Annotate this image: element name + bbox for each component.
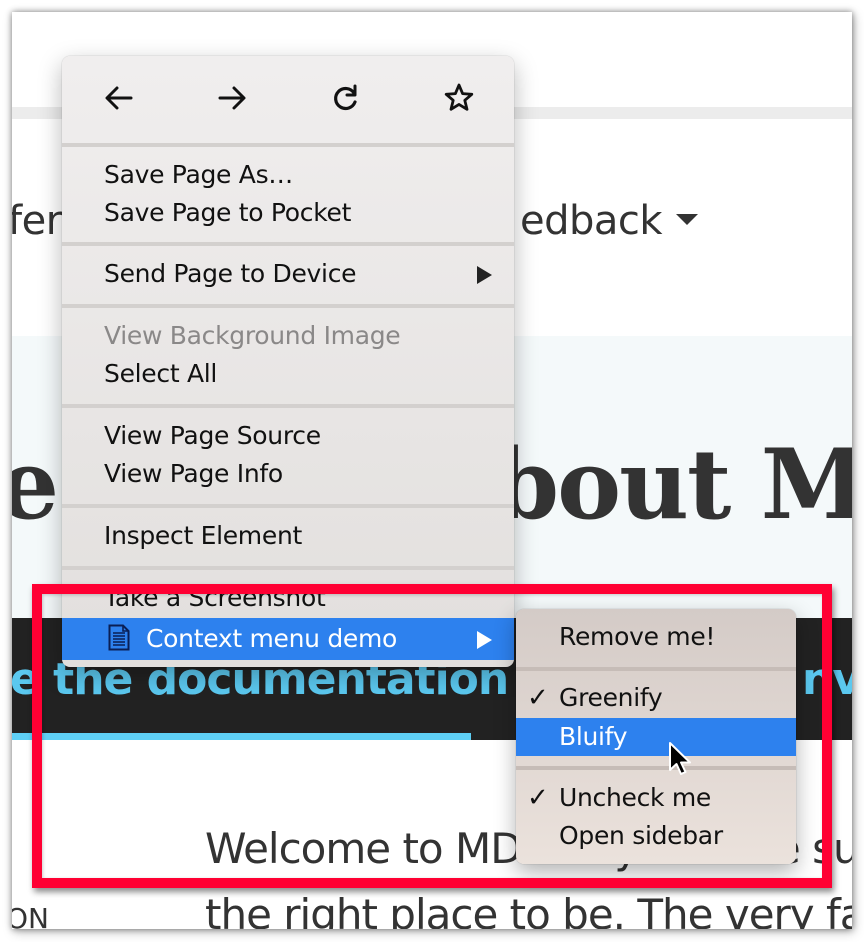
involved-link[interactable]: nve	[802, 654, 852, 705]
nav-feedback-label: edback	[520, 198, 663, 244]
menu-item-save-to-pocket[interactable]: Save Page to Pocket	[62, 194, 514, 232]
menu-separator	[62, 504, 514, 508]
menu-separator	[62, 304, 514, 308]
menu-item-select-all[interactable]: Select All	[62, 355, 514, 393]
mouse-cursor-icon	[669, 742, 691, 775]
submenu-item-greenify[interactable]: ✓ Greenify	[516, 679, 796, 717]
menu-item-label: Take a Screenshot	[104, 583, 326, 612]
checkmark-icon: ✓	[527, 683, 549, 713]
submenu-separator	[516, 667, 796, 671]
menu-item-save-page-as[interactable]: Save Page As…	[62, 156, 514, 194]
reload-icon	[334, 84, 357, 111]
submenu-item-label: Bluify	[559, 722, 628, 751]
menu-item-label: Inspect Element	[104, 521, 302, 550]
context-menu-nav-row	[62, 56, 514, 143]
submenu-item-bluify[interactable]: Bluify	[516, 718, 796, 756]
star-icon	[444, 83, 474, 111]
submenu-item-open-sidebar[interactable]: Open sidebar	[516, 817, 796, 855]
menu-item-send-to-device[interactable]: Send Page to Device	[62, 255, 514, 293]
sidebar-heading-fragment: ON	[12, 902, 49, 929]
checkmark-icon: ✓	[527, 783, 549, 813]
menu-item-context-menu-demo[interactable]: Context menu demo	[62, 618, 514, 660]
menu-item-view-page-source[interactable]: View Page Source	[62, 417, 514, 455]
menu-item-label: Save Page As…	[104, 160, 294, 189]
menu-separator	[62, 242, 514, 246]
menu-item-view-page-info[interactable]: View Page Info	[62, 455, 514, 493]
menu-separator	[62, 404, 514, 408]
menu-separator	[62, 143, 514, 147]
arrow-left-icon	[105, 86, 133, 110]
bookmark-button[interactable]	[439, 78, 479, 118]
menu-item-label: Select All	[104, 359, 218, 388]
document-icon	[108, 624, 130, 651]
back-button[interactable]	[99, 78, 139, 118]
menu-item-inspect-element[interactable]: Inspect Element	[62, 517, 514, 555]
submenu-arrow-icon	[477, 266, 492, 284]
submenu-item-label: Uncheck me	[559, 783, 712, 812]
caret-down-icon	[676, 213, 699, 225]
submenu-item-label: Open sidebar	[559, 821, 723, 850]
active-link-underline	[12, 733, 471, 740]
menu-item-view-background-image: View Background Image	[62, 317, 514, 355]
menu-item-label: Save Page to Pocket	[104, 198, 352, 227]
menu-item-take-screenshot[interactable]: Take a Screenshot	[62, 579, 514, 617]
nav-item-references[interactable]: fer	[12, 198, 62, 244]
arrow-right-icon	[218, 86, 246, 110]
menu-item-label: View Background Image	[104, 321, 401, 350]
hero-title-left: e	[12, 428, 59, 541]
menu-item-label: Send Page to Device	[104, 259, 357, 288]
context-menu-demo-submenu: Remove me! ✓ Greenify Bluify ✓ Uncheck me …	[516, 609, 796, 864]
submenu-separator	[516, 766, 796, 770]
submenu-item-label: Remove me!	[559, 622, 716, 651]
submenu-item-label: Greenify	[559, 683, 663, 712]
welcome-text-line-2: the right place to be. The very fact	[205, 890, 852, 929]
submenu-arrow-icon	[477, 631, 492, 649]
reload-button[interactable]	[326, 78, 366, 118]
menu-item-label: Context menu demo	[146, 624, 398, 653]
menu-separator	[62, 566, 514, 570]
menu-item-label: View Page Source	[104, 421, 321, 450]
submenu-item-remove-me[interactable]: Remove me!	[516, 618, 796, 656]
hero-title-right: bout M	[492, 428, 852, 541]
nav-item-feedback[interactable]: edback	[520, 198, 699, 244]
menu-item-label: View Page Info	[104, 459, 283, 488]
submenu-item-uncheck-me[interactable]: ✓ Uncheck me	[516, 779, 796, 817]
context-menu: Save Page As… Save Page to Pocket Send P…	[62, 56, 514, 667]
forward-button[interactable]	[212, 78, 252, 118]
